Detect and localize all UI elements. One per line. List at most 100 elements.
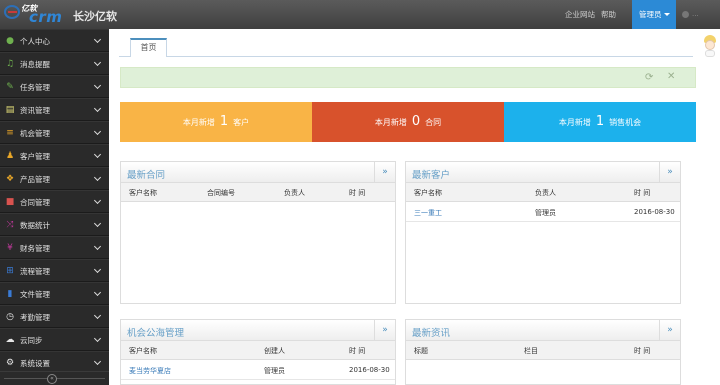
bell-icon: ♫ <box>5 59 15 69</box>
sidebar-item-messages[interactable]: ♫ 消息提醒 <box>0 52 109 75</box>
widget-title: 机会公海管理 <box>127 328 185 339</box>
widget-latest-news: 最新资讯 » 标题 栏目 时 间 <box>405 319 681 385</box>
admin-label: 管理员 <box>639 10 662 19</box>
customer-name-link[interactable]: 三一重工 <box>414 208 442 218</box>
folder-icon: ■ <box>5 197 15 207</box>
sidebar-item-news[interactable]: ▤ 资讯管理 <box>0 98 109 121</box>
table-header: 客户名称 创建人 时 间 <box>121 341 395 360</box>
collapse-sidebar-icon[interactable]: « <box>47 374 57 384</box>
sidebar-item-contracts[interactable]: ■ 合同管理 <box>0 190 109 213</box>
sidebar-item-customers[interactable]: ♟ 客户管理 <box>0 144 109 167</box>
chevron-down-icon <box>93 58 102 67</box>
sidebar-item-finance[interactable]: ¥ 财务管理 <box>0 236 109 259</box>
chevron-down-icon <box>93 35 102 44</box>
stat-new-opportunities[interactable]: 本月新增 1 销售机会 <box>504 102 696 142</box>
table-row[interactable]: 麦当劳华夏店 管理员 2016-08-30 <box>121 361 395 380</box>
column-header: 栏目 <box>524 347 538 355</box>
chevron-down-icon <box>93 334 102 343</box>
column-header: 标题 <box>414 347 428 355</box>
admin-menu-button[interactable]: 管理员 <box>632 0 676 29</box>
main-content: 首页 ⟳ ✕ 本月新增 1 客户 本月新增 0 合同 本月新增 1 销售机会 最新合同 » … <box>109 29 720 385</box>
stat-value: 0 <box>411 114 421 129</box>
chevron-down-icon <box>93 127 102 136</box>
nav-help-link[interactable]: 帮助 <box>601 0 616 29</box>
creator-cell: 管理员 <box>264 367 285 375</box>
sidebar-item-label: 产品管理 <box>20 175 50 184</box>
chevron-down-icon <box>93 150 102 159</box>
sidebar-item-label: 机会管理 <box>20 129 50 138</box>
refresh-icon[interactable]: ⟳ <box>645 72 653 83</box>
owner-cell: 管理员 <box>535 209 556 217</box>
nav-website-link[interactable]: 企业网站 <box>565 0 595 29</box>
column-header: 负责人 <box>535 189 556 197</box>
logo-text: crm <box>29 8 63 26</box>
sidebar-item-label: 系统设置 <box>20 359 50 368</box>
more-icon[interactable]: » <box>659 162 680 183</box>
table-header: 客户名称 负责人 时 间 <box>406 183 680 202</box>
stat-suffix: 合同 <box>425 118 442 127</box>
widget-title: 最新资讯 <box>412 328 451 339</box>
column-header: 负责人 <box>284 189 305 197</box>
stat-new-customers[interactable]: 本月新增 1 客户 <box>120 102 312 142</box>
gear-icon: ⚙ <box>5 358 15 368</box>
column-header: 时 间 <box>634 347 651 355</box>
chevron-down-icon <box>93 219 102 228</box>
shuffle-icon: ⤨ <box>6 220 14 230</box>
sidebar: ● 个人中心 ♫ 消息提醒 ✎ 任务管理 ▤ 资讯管理 ≡ 机会管理 ♟ 客户管… <box>0 29 109 385</box>
customer-name-link[interactable]: 麦当劳华夏店 <box>129 366 171 376</box>
edit-icon: ✎ <box>6 82 14 92</box>
users-icon: ♟ <box>5 151 15 161</box>
alert-bar: ⟳ ✕ <box>120 67 696 88</box>
sidebar-item-label: 考勤管理 <box>20 313 50 322</box>
sidebar-item-attendance[interactable]: ◷ 考勤管理 <box>0 305 109 328</box>
more-icon[interactable]: » <box>374 320 395 341</box>
tab-home[interactable]: 首页 <box>130 38 167 57</box>
sidebar-item-label: 消息提醒 <box>20 60 50 69</box>
widget-header: 最新资讯 » <box>406 320 680 341</box>
column-header: 创建人 <box>264 347 285 355</box>
column-header: 客户名称 <box>414 189 442 197</box>
time-cell: 2016-08-30 <box>634 208 675 216</box>
stat-prefix: 本月新增 <box>374 118 407 127</box>
widget-latest-contracts: 最新合同 » 客户名称 合同编号 负责人 时 间 <box>120 161 396 304</box>
logo-e-icon <box>4 5 20 19</box>
widget-header: 最新客户 » <box>406 162 680 183</box>
sidebar-item-label: 流程管理 <box>20 267 50 276</box>
more-icon[interactable]: » <box>374 162 395 183</box>
sidebar-item-personal[interactable]: ● 个人中心 <box>0 29 109 52</box>
logo[interactable]: 亿软 crm <box>4 2 64 26</box>
sidebar-item-label: 合同管理 <box>20 198 50 207</box>
mascot-face <box>705 40 715 50</box>
stat-prefix: 本月新增 <box>558 118 591 127</box>
column-header: 合同编号 <box>207 189 235 197</box>
sidebar-item-opportunity[interactable]: ≡ 机会管理 <box>0 121 109 144</box>
table-header: 客户名称 合同编号 负责人 时 间 <box>121 183 395 202</box>
sidebar-collapse-bar: « <box>0 371 109 385</box>
flow-icon: ⊞ <box>6 266 14 276</box>
sidebar-item-products[interactable]: ❖ 产品管理 <box>0 167 109 190</box>
sidebar-item-statistics[interactable]: ⤨ 数据统计 <box>0 213 109 236</box>
column-header: 时 间 <box>349 189 366 197</box>
chevron-down-icon <box>93 173 102 182</box>
document-icon: ▤ <box>5 105 15 115</box>
user-menu[interactable]: ... <box>682 10 718 20</box>
chevron-down-icon <box>93 242 102 251</box>
table-row[interactable]: 三一重工 管理员 2016-08-30 <box>406 203 680 222</box>
sidebar-item-files[interactable]: ▮ 文件管理 <box>0 282 109 305</box>
sidebar-item-tasks[interactable]: ✎ 任务管理 <box>0 75 109 98</box>
widget-title: 最新客户 <box>412 170 451 181</box>
list-icon: ≡ <box>6 128 14 138</box>
table-header: 标题 栏目 时 间 <box>406 341 680 360</box>
assistant-mascot-icon[interactable] <box>702 35 718 57</box>
column-header: 客户名称 <box>129 347 157 355</box>
stat-value: 1 <box>219 114 229 129</box>
more-icon[interactable]: » <box>659 320 680 341</box>
user-dot-icon <box>682 11 689 18</box>
close-icon[interactable]: ✕ <box>667 71 675 82</box>
user-menu-label: ... <box>692 10 699 18</box>
sidebar-item-workflow[interactable]: ⊞ 流程管理 <box>0 259 109 282</box>
stat-suffix: 客户 <box>233 118 250 127</box>
sidebar-item-cloud-sync[interactable]: ☁ 云同步 <box>0 328 109 351</box>
stat-new-contracts[interactable]: 本月新增 0 合同 <box>312 102 504 142</box>
top-bar: 亿软 crm 长沙亿软 企业网站 帮助 管理员 ... <box>0 0 720 29</box>
